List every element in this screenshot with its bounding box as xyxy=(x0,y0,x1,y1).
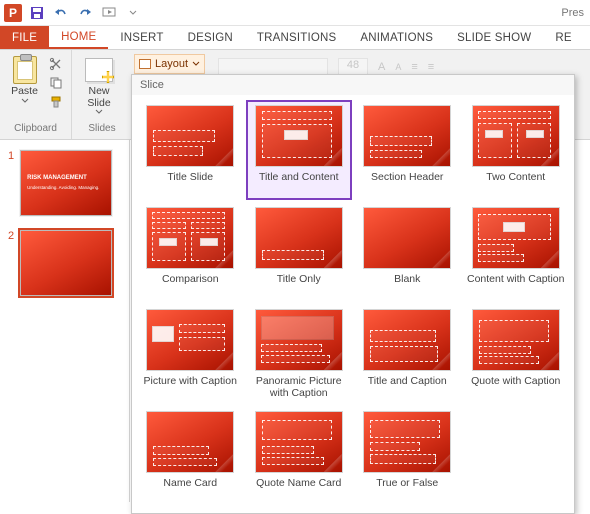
slides-panel: 1 RISK MANAGEMENT Understanding. Avoidin… xyxy=(0,140,130,502)
layout-icon xyxy=(139,59,151,69)
layout-true-or-false[interactable]: True or False xyxy=(355,407,460,505)
clipboard-icon xyxy=(13,56,37,84)
layout-quote-with-caption[interactable]: Quote with Caption xyxy=(464,305,569,403)
paste-button[interactable]: Paste xyxy=(6,54,43,104)
gallery-grid: Title Slide Title and Content Section He… xyxy=(132,95,574,513)
tab-review[interactable]: RE xyxy=(543,26,583,49)
chevron-down-icon xyxy=(21,98,29,104)
layout-comparison[interactable]: Comparison xyxy=(138,203,243,301)
layout-two-content[interactable]: Two Content xyxy=(464,101,569,199)
save-icon[interactable] xyxy=(28,4,46,22)
tab-animations[interactable]: ANIMATIONS xyxy=(348,26,445,49)
tab-home[interactable]: HOME xyxy=(49,26,108,49)
document-title: Pres xyxy=(561,7,584,19)
layout-title-and-caption[interactable]: Title and Caption xyxy=(355,305,460,403)
layout-panoramic-picture-with-caption[interactable]: Panoramic Picture with Caption xyxy=(247,305,352,403)
layout-button[interactable]: Layout xyxy=(134,54,205,74)
app-logo-icon: P xyxy=(4,4,22,22)
layout-blank[interactable]: Blank xyxy=(355,203,460,301)
quick-access-toolbar xyxy=(28,4,142,22)
layout-picture-with-caption[interactable]: Picture with Caption xyxy=(138,305,243,403)
layout-name-card[interactable]: Name Card xyxy=(138,407,243,505)
group-clipboard: Paste Clipboard xyxy=(0,50,72,139)
layout-quote-name-card[interactable]: Quote Name Card xyxy=(247,407,352,505)
undo-icon[interactable] xyxy=(52,4,70,22)
format-painter-icon[interactable] xyxy=(47,94,65,110)
tab-design[interactable]: DESIGN xyxy=(176,26,245,49)
slide-thumbnail[interactable]: 1 RISK MANAGEMENT Understanding. Avoidin… xyxy=(0,146,129,226)
ribbon: Paste Clipboard New Slide Slides Layout xyxy=(0,50,590,140)
slide-thumbnail[interactable]: 2 xyxy=(0,226,129,306)
new-slide-icon xyxy=(85,58,113,82)
layout-title-only[interactable]: Title Only xyxy=(247,203,352,301)
gallery-theme-label: Slice xyxy=(132,75,574,95)
group-label-clipboard: Clipboard xyxy=(6,123,65,137)
layout-title-and-content[interactable]: Title and Content xyxy=(247,101,352,199)
tab-insert[interactable]: INSERT xyxy=(108,26,175,49)
qat-more-icon[interactable] xyxy=(124,4,142,22)
tab-file[interactable]: FILE xyxy=(0,26,49,49)
start-slideshow-icon[interactable] xyxy=(100,4,118,22)
title-bar: P Pres xyxy=(0,0,590,26)
group-slides: New Slide Slides xyxy=(72,50,132,139)
chevron-down-icon xyxy=(192,61,200,67)
redo-icon[interactable] xyxy=(76,4,94,22)
tab-slideshow[interactable]: SLIDE SHOW xyxy=(445,26,543,49)
copy-icon[interactable] xyxy=(47,75,65,91)
layout-gallery: Slice Title Slide Title and Content Sect… xyxy=(131,74,575,514)
tab-transitions[interactable]: TRANSITIONS xyxy=(245,26,349,49)
ribbon-tabs: FILE HOME INSERT DESIGN TRANSITIONS ANIM… xyxy=(0,26,590,50)
layout-content-with-caption[interactable]: Content with Caption xyxy=(464,203,569,301)
group-label-slides: Slides xyxy=(78,123,126,137)
layout-section-header[interactable]: Section Header xyxy=(355,101,460,199)
layout-title-slide[interactable]: Title Slide xyxy=(138,101,243,199)
new-slide-button[interactable]: New Slide xyxy=(78,54,120,115)
chevron-down-icon xyxy=(95,109,103,115)
cut-icon[interactable] xyxy=(47,56,65,72)
